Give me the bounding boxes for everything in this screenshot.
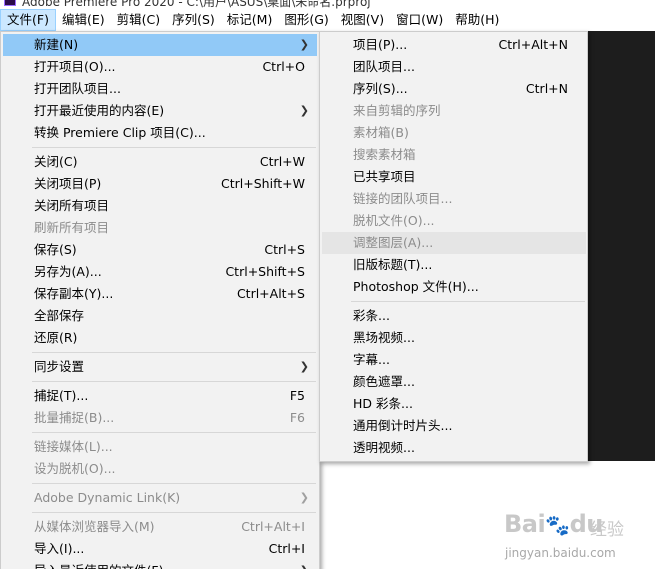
- chevron-right-icon: ❯: [299, 38, 309, 51]
- menu-item-close[interactable]: 关闭(C) Ctrl+W: [3, 151, 317, 173]
- watermark-subtitle: 经验: [590, 520, 624, 540]
- menu-item-batch-capture: 批量捕捉(B)... F6: [34, 410, 305, 425]
- baidu-logo: Bai🐾du: [504, 510, 603, 538]
- menu-item-import-recent[interactable]: 导入最近使用的文件(F) ❯: [3, 560, 317, 569]
- menu-view[interactable]: 视图(V): [335, 9, 390, 31]
- premiere-app-icon: [4, 0, 16, 6]
- menu-item-open-team-project[interactable]: 打开团队项目...: [3, 78, 317, 100]
- menu-sequence[interactable]: 序列(S): [166, 9, 221, 31]
- menu-item-import[interactable]: 导入(I)... Ctrl+I: [3, 538, 317, 560]
- menu-item-make-offline: 设为脱机(O)...: [34, 461, 116, 476]
- menu-item-capture[interactable]: 捕捉(T)... F5: [3, 385, 317, 407]
- title-bar: Adobe Premiere Pro 2020 - C:\用户\ASUS\桌面\…: [0, 0, 655, 9]
- menu-clip[interactable]: 剪辑(C): [111, 9, 166, 31]
- menu-markers[interactable]: 标记(M): [221, 9, 279, 31]
- submenu-item-transparent-video[interactable]: 透明视频...: [322, 437, 586, 459]
- menu-item-import-from-media-browser: 从媒体浏览器导入(M) Ctrl+Alt+I: [34, 519, 305, 534]
- menu-item-refresh-all: 刷新所有项目: [34, 220, 110, 235]
- submenu-item-adjustment-layer: 调整图层(A)...: [322, 232, 586, 254]
- watermark-url: jingyan.baidu.com: [505, 546, 616, 560]
- baidu-watermark: Bai🐾du 经验 jingyan.baidu.com: [500, 498, 650, 568]
- new-submenu: 项目(P)... Ctrl+Alt+N 团队项目... 序列(S)... Ctr…: [319, 31, 588, 462]
- submenu-item-black-video[interactable]: 黑场视频...: [322, 327, 586, 349]
- menu-item-open-project[interactable]: 打开项目(O)... Ctrl+O: [3, 56, 317, 78]
- submenu-item-legacy-title[interactable]: 旧版标题(T)...: [322, 254, 586, 276]
- menu-item-new[interactable]: 新建(N) ❯: [3, 34, 317, 56]
- menu-item-save[interactable]: 保存(S) Ctrl+S: [3, 239, 317, 261]
- submenu-item-project[interactable]: 项目(P)... Ctrl+Alt+N: [322, 34, 586, 56]
- submenu-item-photoshop-file[interactable]: Photoshop 文件(H)...: [322, 276, 586, 298]
- submenu-item-bars-and-tone[interactable]: 彩条...: [322, 305, 586, 327]
- menu-item-close-project[interactable]: 关闭项目(P) Ctrl+Shift+W: [3, 173, 317, 195]
- menu-graphics[interactable]: 图形(G): [278, 9, 334, 31]
- submenu-item-countdown-leader[interactable]: 通用倒计时片头...: [322, 415, 586, 437]
- submenu-item-sequence-from-clip: 来自剪辑的序列: [353, 103, 441, 118]
- submenu-item-color-matte[interactable]: 颜色遮罩...: [322, 371, 586, 393]
- submenu-item-search-bin: 搜索素材箱: [353, 147, 416, 162]
- submenu-item-hd-bars[interactable]: HD 彩条...: [322, 393, 586, 415]
- menu-item-close-all-projects[interactable]: 关闭所有项目: [3, 195, 317, 217]
- file-menu: 新建(N) ❯ 打开项目(O)... Ctrl+O 打开团队项目... 打开最近…: [0, 31, 320, 569]
- menu-separator: [32, 352, 316, 353]
- chevron-right-icon: ❯: [299, 104, 309, 117]
- chevron-right-icon: ❯: [300, 560, 309, 569]
- menu-help[interactable]: 帮助(H): [449, 9, 505, 31]
- menu-item-save-copy[interactable]: 保存副本(Y)... Ctrl+Alt+S: [3, 283, 317, 305]
- menu-item-link-media: 链接媒体(L)...: [34, 439, 113, 454]
- menu-item-save-all[interactable]: 全部保存: [3, 305, 317, 327]
- submenu-item-sequence[interactable]: 序列(S)... Ctrl+N: [322, 78, 586, 100]
- menu-separator: [32, 512, 316, 513]
- chevron-right-icon: ❯: [299, 360, 309, 373]
- menu-separator: [32, 381, 316, 382]
- paw-icon: 🐾: [545, 513, 570, 537]
- menu-item-dynamic-link: Adobe Dynamic Link(K) ❯: [3, 487, 317, 509]
- menu-item-revert[interactable]: 还原(R): [3, 327, 317, 349]
- menu-edit[interactable]: 编辑(E): [56, 9, 111, 31]
- menu-bar: 文件(F) 编辑(E) 剪辑(C) 序列(S) 标记(M) 图形(G) 视图(V…: [0, 9, 655, 31]
- menu-separator: [32, 147, 316, 148]
- menu-item-open-recent[interactable]: 打开最近使用的内容(E) ❯: [3, 100, 317, 122]
- submenu-item-captions[interactable]: 字幕...: [322, 349, 586, 371]
- menu-item-save-as[interactable]: 另存为(A)... Ctrl+Shift+S: [3, 261, 317, 283]
- menu-window[interactable]: 窗口(W): [390, 9, 449, 31]
- menu-separator: [32, 483, 316, 484]
- submenu-item-linked-team-project: 链接的团队项目...: [353, 191, 453, 206]
- window-title: Adobe Premiere Pro 2020 - C:\用户\ASUS\桌面\…: [22, 0, 371, 9]
- menu-file[interactable]: 文件(F): [0, 9, 56, 31]
- submenu-item-shared-project[interactable]: 已共享项目: [322, 166, 586, 188]
- submenu-item-offline-file: 脱机文件(O)...: [353, 213, 435, 228]
- chevron-right-icon: ❯: [299, 491, 309, 504]
- menu-item-convert-clip[interactable]: 转换 Premiere Clip 项目(C)...: [3, 122, 317, 144]
- menu-item-sync-settings[interactable]: 同步设置 ❯: [3, 356, 317, 378]
- menu-separator: [351, 301, 585, 302]
- submenu-item-team-project[interactable]: 团队项目...: [322, 56, 586, 78]
- submenu-item-bin: 素材箱(B): [353, 125, 409, 140]
- menu-separator: [32, 432, 316, 433]
